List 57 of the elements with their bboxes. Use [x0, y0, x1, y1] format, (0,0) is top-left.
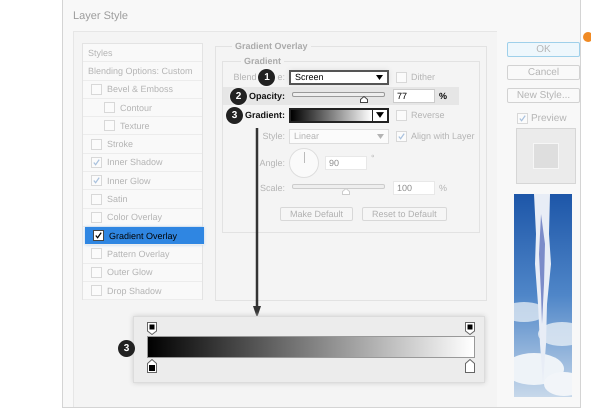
number-badge: 2 [230, 88, 247, 104]
style-item[interactable]: Satin [83, 190, 202, 209]
field-label: e: [277, 72, 285, 82]
style-item[interactable]: Gradient Overlay [85, 226, 204, 246]
field-label: Gradient: [244, 110, 285, 120]
style-item[interactable]: Styles [83, 44, 202, 62]
group-title: Gradient [241, 56, 284, 66]
style-item[interactable]: Blending Options: Custom [83, 62, 202, 81]
color-stop[interactable] [147, 359, 157, 373]
style-dropdown[interactable]: Linear [289, 128, 389, 144]
style-item[interactable]: Inner Glow [83, 172, 202, 190]
style-item[interactable]: Drop Shadow [83, 282, 202, 300]
dialog-button[interactable]: Cancel [507, 65, 580, 80]
angle-field[interactable]: 90 [325, 156, 367, 170]
unit-label: ° [371, 153, 375, 163]
unit-label: % [439, 183, 448, 193]
style-swatch [516, 128, 576, 184]
checkbox-label: Reverse [411, 110, 445, 120]
style-item[interactable]: Pattern Overlay [83, 245, 202, 264]
style-item[interactable]: Stroke [83, 135, 202, 154]
blend-mode-dropdown[interactable]: Screen [289, 70, 389, 84]
dot-icon [583, 32, 591, 42]
dialog-button[interactable]: New Style... [507, 88, 580, 103]
unit-label: % [439, 91, 448, 101]
number-badge: 1 [258, 68, 276, 86]
angle-dial[interactable] [289, 148, 319, 178]
window-title: Layer Style [73, 10, 128, 22]
opacity-field[interactable]: 77 [393, 89, 435, 103]
checkbox-label: Align with Layer [411, 131, 475, 141]
slider[interactable] [292, 182, 385, 194]
action-button[interactable]: Reset to Default [362, 207, 447, 221]
caret-icon[interactable] [376, 74, 383, 80]
checkbox-label: Dither [411, 72, 436, 82]
field-label: Blend [233, 72, 256, 82]
style-item[interactable]: Texture [83, 117, 202, 136]
scale-field[interactable]: 100 [393, 181, 435, 195]
slider[interactable] [292, 90, 385, 102]
style-item[interactable]: Outer Glow [83, 264, 202, 282]
gradient-picker[interactable] [289, 108, 389, 122]
caret-icon[interactable] [376, 112, 384, 118]
field-label: Style: [261, 131, 286, 141]
gradient-bar[interactable] [147, 336, 475, 358]
number-badge: 3 [226, 106, 243, 124]
field-label: Scale: [258, 183, 286, 193]
style-item[interactable]: Bevel & Emboss [83, 80, 202, 99]
field-label: Angle: [258, 158, 286, 168]
checkbox-label: Preview [531, 113, 567, 124]
opacity-stop[interactable] [147, 322, 157, 334]
section-title: Gradient Overlay [232, 41, 311, 51]
style-item[interactable]: Inner Shadow [83, 154, 202, 172]
dialog-button[interactable]: OK [507, 42, 580, 57]
field-label: Opacity: [248, 91, 285, 101]
color-stop[interactable] [465, 359, 475, 373]
action-button[interactable]: Make Default [280, 207, 354, 221]
opacity-stop[interactable] [465, 322, 475, 334]
checkbox[interactable] [93, 230, 104, 242]
style-item[interactable]: Contour [83, 98, 202, 118]
